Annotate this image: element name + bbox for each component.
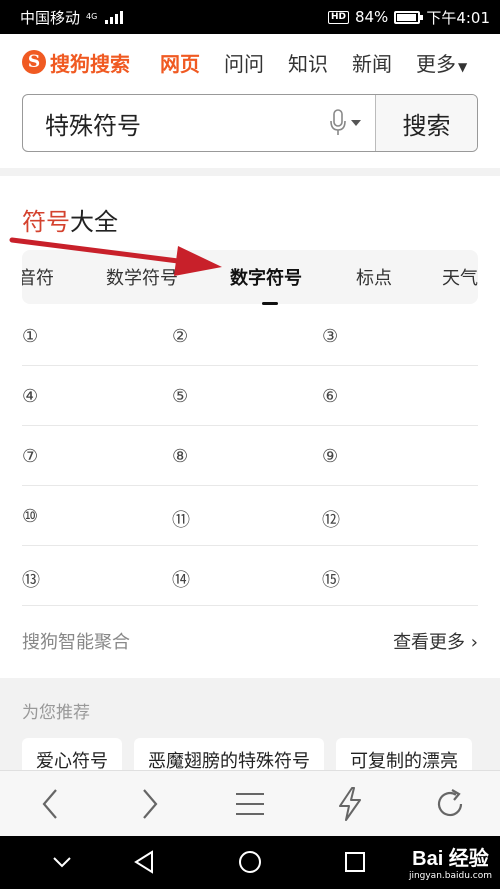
back-button[interactable] <box>0 771 100 836</box>
carrier-label: 中国移动 <box>20 8 81 27</box>
hd-icon: HD <box>327 10 349 24</box>
symbol-tab-2[interactable]: 数字符号 <box>230 264 302 290</box>
symbol-cell[interactable]: ② <box>172 326 188 347</box>
view-more-link[interactable]: 查看更多 › <box>393 628 478 654</box>
symbol-cell[interactable]: ⑤ <box>172 386 188 407</box>
search-input[interactable]: 特殊符号 <box>23 95 315 151</box>
lightning-icon <box>339 786 361 821</box>
hide-keyboard-icon[interactable] <box>52 856 72 868</box>
symbol-cell[interactable]: ① <box>22 326 38 347</box>
recommend-title: 为您推荐 <box>22 703 90 723</box>
symbol-cell[interactable]: ⑮ <box>322 566 340 592</box>
nav-tab-1[interactable]: 问问 <box>224 48 264 77</box>
search-box: 特殊符号 搜索 <box>22 94 478 152</box>
nav-tab-label: 新闻 <box>352 51 392 76</box>
sogou-logo[interactable]: S 搜狗搜索 <box>22 48 130 77</box>
nav-tab-label: 更多 <box>416 51 456 76</box>
symbol-cell[interactable]: ③ <box>322 326 338 347</box>
back-icon <box>42 788 57 819</box>
status-bar: 中国移动 4G HD 84% 下午4:01 <box>0 0 500 34</box>
nav-tab-3[interactable]: 新闻 <box>352 48 392 77</box>
microphone-icon <box>330 109 346 135</box>
signal-icon <box>105 10 124 24</box>
symbol-row: ⑩ ⑪ ⑫ <box>0 486 500 546</box>
lightning-button[interactable] <box>300 771 400 836</box>
nav-home-icon[interactable] <box>238 850 262 874</box>
browser-toolbar <box>0 770 500 836</box>
network-type: 4G <box>86 12 98 21</box>
watermark-url: jingyan.baidu.com <box>408 871 492 881</box>
card-footer: 搜狗智能聚合 查看更多 › <box>22 628 478 654</box>
top-nav: S 搜狗搜索 网页 问问 知识 新闻 更多 ▼ <box>0 34 500 90</box>
nav-tab-label: 网页 <box>160 51 200 76</box>
symbol-cell[interactable]: ⑥ <box>322 386 338 407</box>
nav-tab-0[interactable]: 网页 <box>160 48 200 77</box>
baidu-jingyan-watermark: Bai 经验 jingyan.baidu.com <box>409 842 492 881</box>
symbol-row: ⑬ ⑭ ⑮ <box>0 546 500 606</box>
forward-button[interactable] <box>100 771 200 836</box>
clock: 下午4:01 <box>426 8 490 27</box>
nav-back-icon[interactable] <box>133 850 155 874</box>
symbol-cell[interactable]: ⑨ <box>322 446 338 467</box>
search-area: 特殊符号 搜索 <box>0 90 500 168</box>
system-nav-bar: Bai 经验 jingyan.baidu.com <box>0 836 500 889</box>
symbol-cell[interactable]: ⑩ <box>22 506 38 527</box>
symbol-cell[interactable]: ④ <box>22 386 38 407</box>
recommend-section: 为您推荐 爱心符号 恶魔翅膀的特殊符号 可复制的漂亮 <box>0 678 500 782</box>
symbol-grid: ① ② ③ ④ ⑤ ⑥ ⑦ ⑧ ⑨ ⑩ ⑪ ⑫ ⑬ ⑭ ⑮ <box>0 306 500 606</box>
menu-icon <box>236 792 264 815</box>
symbol-cell[interactable]: ⑬ <box>22 566 40 592</box>
nav-tabs: 网页 问问 知识 新闻 更多 ▼ <box>160 48 491 77</box>
logo-text: 搜狗搜索 <box>50 51 130 76</box>
symbol-row: ① ② ③ <box>0 306 500 366</box>
caret-down-icon <box>351 120 361 126</box>
sogou-logo-icon: S <box>22 50 46 74</box>
symbol-cell[interactable]: ⑭ <box>172 566 190 592</box>
symbol-cell[interactable]: ⑪ <box>172 506 190 532</box>
nav-tab-label: 问问 <box>224 51 264 76</box>
symbol-cell[interactable]: ⑧ <box>172 446 188 467</box>
watermark-logo: Bai 经验 <box>412 848 489 870</box>
refresh-icon <box>437 788 463 816</box>
active-tab-indicator <box>262 302 278 305</box>
refresh-button[interactable] <box>400 771 500 836</box>
battery-percent: 84% <box>354 8 389 26</box>
symbol-cell[interactable]: ⑫ <box>322 506 340 532</box>
search-button[interactable]: 搜索 <box>375 95 477 151</box>
annotation-arrow <box>9 237 222 276</box>
view-more-label: 查看更多 <box>393 632 466 653</box>
chevron-right-icon: › <box>470 632 478 653</box>
symbol-cell[interactable]: ⑦ <box>22 446 38 467</box>
nav-tab-label: 知识 <box>288 51 328 76</box>
source-label: 搜狗智能聚合 <box>22 632 130 653</box>
symbol-row: ⑦ ⑧ ⑨ <box>0 426 500 486</box>
caret-down-icon: ▼ <box>458 59 468 74</box>
nav-recents-icon[interactable] <box>344 851 366 873</box>
nav-tab-2[interactable]: 知识 <box>288 48 328 77</box>
symbol-row: ④ ⑤ ⑥ <box>0 366 500 426</box>
menu-button[interactable] <box>200 771 300 836</box>
symbol-tab-3[interactable]: 标点 <box>356 264 392 290</box>
forward-icon <box>143 788 158 819</box>
symbol-tab-4[interactable]: 天气 <box>442 264 478 290</box>
battery-icon <box>394 10 424 24</box>
nav-tab-4[interactable]: 更多 ▼ <box>416 48 467 77</box>
voice-search-button[interactable] <box>315 95 375 151</box>
